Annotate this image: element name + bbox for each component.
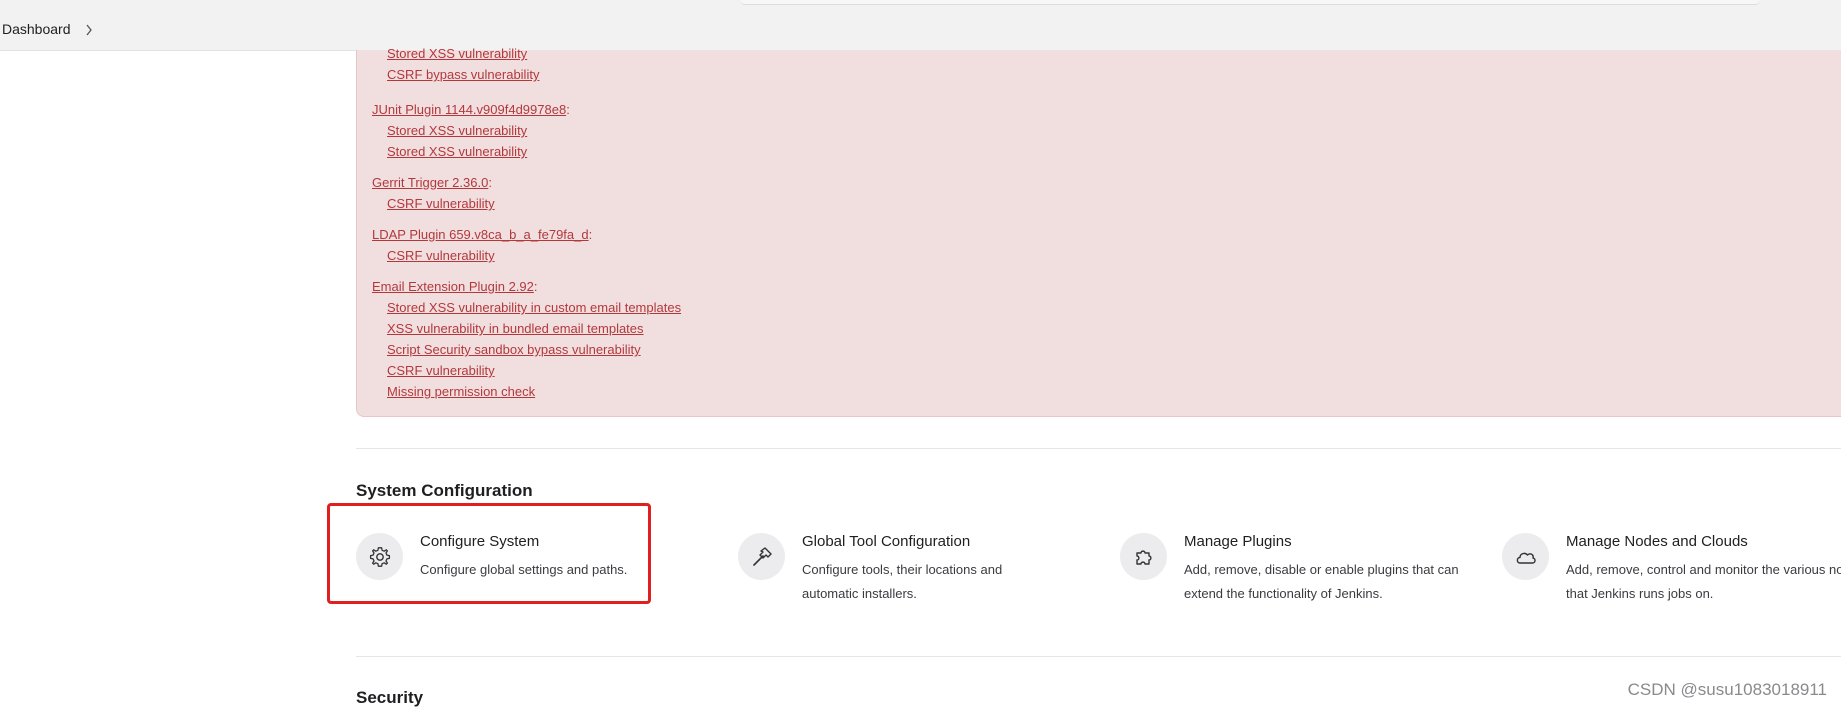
issue-link[interactable]: Stored XSS vulnerability [387,144,527,159]
warning-issue-link[interactable]: CSRF vulnerability [387,195,495,213]
issue-link[interactable]: Missing permission check [387,384,535,399]
warning-issue-link[interactable]: Stored XSS vulnerability [387,143,527,161]
issue-link[interactable]: CSRF vulnerability [387,248,495,263]
section-divider [356,448,1841,449]
breadcrumb: Dashboard [2,21,93,37]
section-divider [356,656,1841,657]
puzzle-icon [1120,533,1167,580]
card-title: Manage Plugins [1184,533,1292,550]
section-title-system-configuration: System Configuration [356,481,533,500]
warning-issue-link[interactable]: Missing permission check [387,383,535,401]
warning-issue-link[interactable]: CSRF vulnerability [387,362,495,380]
section-title-security: Security [356,688,424,707]
cloud-icon [1502,533,1549,580]
top-bar: Dashboard [0,0,1841,51]
colon: : [566,102,570,117]
card-global-tool-configuration[interactable]: Global Tool Configuration Configure tool… [738,529,1098,609]
warning-issue-link[interactable]: Script Security sandbox bypass vulnerabi… [387,341,641,359]
issue-link[interactable]: XSS vulnerability in bundled email templ… [387,321,644,336]
colon: : [533,279,538,294]
plugin-link[interactable]: Gerrit Trigger 2.36.0 [372,175,488,190]
card-manage-nodes-and-clouds[interactable]: Manage Nodes and Clouds Add, remove, con… [1502,529,1841,609]
card-description: Configure tools, their locations and aut… [802,562,1003,601]
top-bar-edge [740,0,1760,5]
plugin-warning-email-ext: Email Extension Plugin 2.92: [372,278,538,296]
warning-issue-link[interactable]: CSRF bypass vulnerability [387,66,539,84]
issue-link[interactable]: Stored XSS vulnerability [387,46,527,61]
colon: : [488,175,492,190]
plugin-warning-ldap: LDAP Plugin 659.v8ca_b_a_fe79fa_d: [372,226,592,244]
warning-issue-link[interactable]: CSRF vulnerability [387,247,495,265]
watermark: CSDN @susu1083018911 [1627,680,1827,699]
issue-link[interactable]: Script Security sandbox bypass vulnerabi… [387,342,641,357]
issue-link[interactable]: Stored XSS vulnerability [387,123,527,138]
card-title: Global Tool Configuration [802,533,971,550]
highlight-annotation-box [327,503,651,604]
issue-link[interactable]: CSRF bypass vulnerability [387,67,539,82]
jenkins-manage-page: Dashboard Stored XSS vulnerability CSRF … [0,0,1841,707]
issue-link[interactable]: CSRF vulnerability [387,363,495,378]
plugin-link[interactable]: Email Extension Plugin 2.92 [372,279,534,294]
warning-issue-link[interactable]: Stored XSS vulnerability [387,122,527,140]
security-warnings-alert: Stored XSS vulnerability CSRF bypass vul… [356,46,1841,417]
card-title: Manage Nodes and Clouds [1566,533,1748,550]
issue-link[interactable]: Stored XSS vulnerability in custom email… [387,300,681,315]
plugin-warning-junit: JUnit Plugin 1144.v909f4d9978e8: [372,101,570,119]
card-description: Add, remove, control and monitor the var… [1566,562,1841,601]
breadcrumb-dashboard[interactable]: Dashboard [2,21,71,37]
card-description: Add, remove, disable or enable plugins t… [1184,562,1459,601]
warning-issue-link[interactable]: XSS vulnerability in bundled email templ… [387,320,644,338]
plugin-link[interactable]: JUnit Plugin 1144.v909f4d9978e8 [372,102,566,117]
card-manage-plugins[interactable]: Manage Plugins Add, remove, disable or e… [1120,529,1480,609]
issue-link[interactable]: CSRF vulnerability [387,196,495,211]
plugin-warning-gerrit: Gerrit Trigger 2.36.0: [372,174,492,192]
warning-issue-link[interactable]: Stored XSS vulnerability in custom email… [387,299,681,317]
chevron-right-icon[interactable] [85,23,93,36]
hammer-icon [738,533,785,580]
warning-issue-link-partial[interactable]: Stored XSS vulnerability [387,45,527,63]
plugin-link[interactable]: LDAP Plugin 659.v8ca_b_a_fe79fa_d [372,227,589,242]
colon: : [588,227,593,242]
